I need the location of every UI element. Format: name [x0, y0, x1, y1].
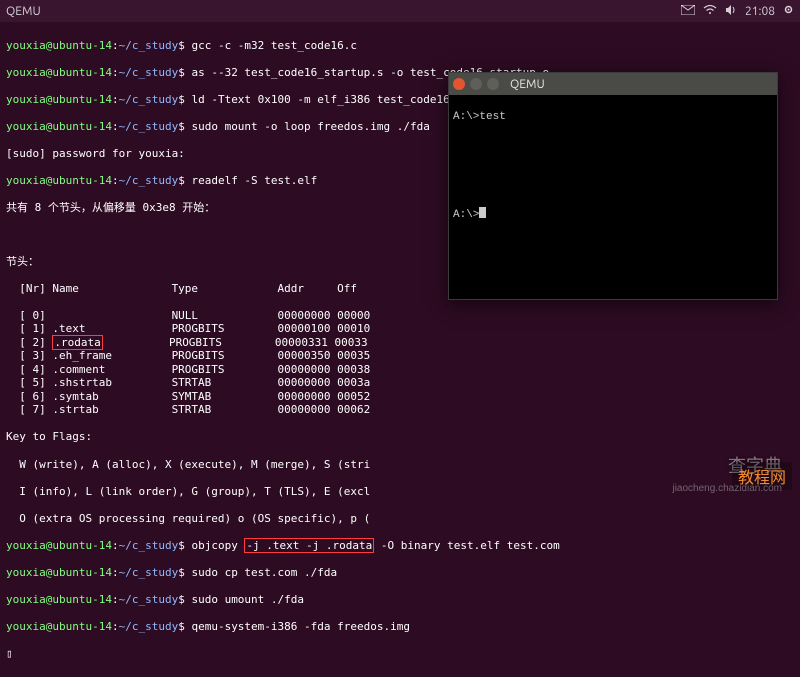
highlight-rodata: .rodata	[52, 335, 102, 350]
section-row: [ 0] NULL 00000000 00000	[6, 309, 794, 323]
watermark-url: jiaocheng.chazidian.com	[672, 483, 782, 494]
qemu-line	[453, 159, 771, 171]
volume-icon[interactable]	[725, 5, 737, 18]
section-row: [ 2] .rodata PROGBITS 00000331 00033	[6, 336, 794, 350]
command: qemu-system-i386 -fda freedos.img	[191, 620, 410, 633]
terminal-line: youxia@ubuntu-14:~/c_study$ objcopy -j .…	[6, 539, 794, 553]
close-icon[interactable]	[453, 78, 465, 90]
qemu-line	[453, 135, 771, 147]
highlight-objcopy-sections: -j .text -j .rodata	[244, 538, 374, 553]
wifi-icon[interactable]	[703, 5, 717, 18]
terminal-line: youxia@ubuntu-14:~/c_study$ qemu-system-…	[6, 620, 794, 634]
qemu-window-title: QEMU	[510, 78, 545, 91]
gear-icon[interactable]	[783, 4, 794, 18]
section-row: [ 4] .comment PROGBITS 00000000 00038	[6, 363, 794, 377]
clock[interactable]: 21:08	[745, 5, 775, 18]
command: gcc -c -m32 test_code16.c	[191, 39, 357, 52]
command: sudo mount -o loop freedos.img ./fda	[191, 120, 429, 133]
prompt-path: ~/c_study	[119, 39, 179, 52]
command: sudo umount ./fda	[191, 593, 304, 606]
qemu-titlebar[interactable]: QEMU	[449, 73, 777, 95]
qemu-window[interactable]: QEMU A:\>test A:\>	[448, 72, 778, 300]
command: readelf -S test.elf	[191, 174, 317, 187]
qemu-line: A:\>test	[453, 111, 771, 123]
terminal-output: O (extra OS processing required) o (OS s…	[6, 512, 794, 526]
maximize-icon[interactable]	[487, 78, 499, 90]
command: sudo cp test.com ./fda	[191, 566, 337, 579]
section-table: [ 0] NULL 00000000 00000 [ 1] .text PROG…	[6, 309, 794, 417]
terminal-output: Key to Flags:	[6, 430, 794, 444]
system-tray: 21:08	[681, 4, 794, 18]
menubar: QEMU 21:08	[0, 0, 800, 22]
envelope-icon[interactable]	[681, 5, 695, 18]
app-title: QEMU	[6, 5, 41, 18]
terminal-line: youxia@ubuntu-14:~/c_study$ gcc -c -m32 …	[6, 39, 794, 53]
qemu-prompt-line: A:\>	[453, 207, 771, 221]
terminal-line: youxia@ubuntu-14:~/c_study$ sudo umount …	[6, 593, 794, 607]
minimize-icon[interactable]	[470, 78, 482, 90]
section-row: [ 1] .text PROGBITS 00000100 00010	[6, 322, 794, 336]
terminal-output: W (write), A (alloc), X (execute), M (me…	[6, 458, 794, 472]
prompt-user: youxia@ubuntu-14	[6, 39, 112, 52]
qemu-cursor	[479, 207, 486, 218]
terminal-cursor-line: ▯	[6, 647, 794, 661]
section-row: [ 7] .strtab STRTAB 00000000 00062	[6, 403, 794, 417]
qemu-line	[453, 183, 771, 195]
section-row: [ 3] .eh_frame PROGBITS 00000350 00035	[6, 349, 794, 363]
qemu-console[interactable]: A:\>test A:\>	[449, 95, 777, 249]
terminal-line: youxia@ubuntu-14:~/c_study$ sudo cp test…	[6, 566, 794, 580]
section-row: [ 6] .symtab SYMTAB 00000000 00052	[6, 390, 794, 404]
section-row: [ 5] .shstrtab STRTAB 00000000 0003a	[6, 376, 794, 390]
